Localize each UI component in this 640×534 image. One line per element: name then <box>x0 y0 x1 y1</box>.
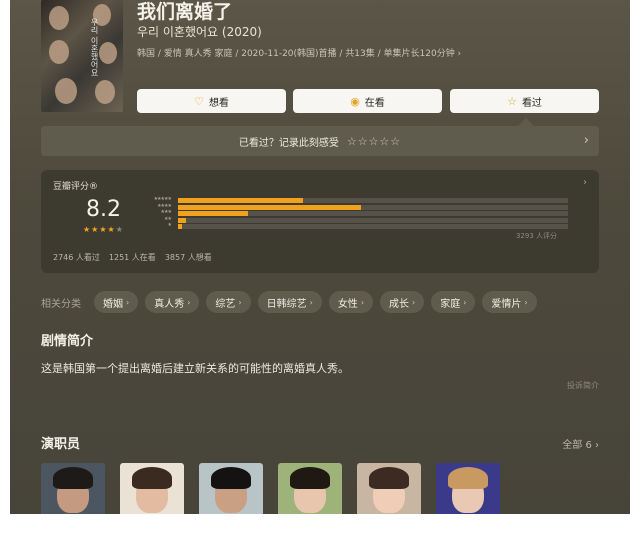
tag-label: 爱情片 <box>491 298 522 310</box>
watching-label: 在看 <box>364 97 385 109</box>
detail-page: 우리 이혼했어요 我们离婚了 우리 이혼했어요 (2020) 韩国 / 爱情 真… <box>10 0 630 514</box>
related-tags: 相关分类 婚姻 › 真人秀 › 综艺 › 日韩综艺 › 女性 › 成长 › 家庭 › 爱情片 › <box>41 291 537 313</box>
cast-photo[interactable] <box>436 463 500 514</box>
watched-button[interactable]: ☆ 看过 <box>450 89 599 113</box>
show-meta-link[interactable]: 韩国 / 爱情 真人秀 家庭 / 2020-11-20(韩国)首播 / 共13集… <box>137 46 461 59</box>
tag-chip[interactable]: 爱情片 › <box>482 291 537 313</box>
watching-count: 1251 人在看 <box>108 253 156 262</box>
watch-stats: 2746 人看过 1251 人在看 3857 人想看 <box>53 252 212 263</box>
chevron-right-icon: › <box>360 297 365 307</box>
distribution-track <box>178 217 568 223</box>
want-to-watch-button[interactable]: ♡ 想看 <box>137 89 286 113</box>
tag-label: 综艺 <box>215 298 236 310</box>
chevron-right-icon: › <box>583 133 589 148</box>
poster-face <box>49 40 69 64</box>
tag-chip[interactable]: 女性 › <box>328 291 374 313</box>
original-title: 우리 이혼했어요 (2020) <box>137 25 262 39</box>
chevron-right-icon: › <box>238 297 242 307</box>
tag-chip[interactable]: 家庭 › <box>431 291 476 313</box>
cast-hair <box>448 467 488 489</box>
tag-label: 日韩综艺 <box>266 298 307 310</box>
cast-hair <box>53 467 93 489</box>
chevron-right-icon: › <box>583 177 587 188</box>
distribution-track <box>178 224 568 229</box>
poster-face <box>49 6 69 30</box>
tags-label: 相关分类 <box>41 298 81 310</box>
distribution-bar <box>178 198 303 203</box>
report-synopsis-link[interactable]: 投诉简介 <box>567 380 599 391</box>
cast-hair <box>369 467 409 489</box>
rate-prompt-label: 已看过？记录此刻感受 <box>238 137 339 149</box>
tag-label: 婚姻 <box>103 298 123 310</box>
chevron-right-icon: › <box>126 297 130 307</box>
tag-chip[interactable]: 日韩综艺 › <box>257 291 322 313</box>
poster-face <box>55 78 77 104</box>
rating-star-icon: ★ <box>83 225 92 234</box>
distribution-star-label: ★★ <box>164 215 172 222</box>
distribution-bar <box>178 211 249 216</box>
rating-stars-input[interactable]: ☆☆☆☆☆ <box>347 135 401 148</box>
poster-image[interactable]: 우리 이혼했어요 <box>41 0 123 112</box>
cast-hair <box>132 467 172 489</box>
synopsis-heading: 剧情简介 <box>41 334 94 349</box>
cast-photo[interactable] <box>41 463 105 514</box>
watching-button[interactable]: ◉ 在看 <box>293 89 442 113</box>
heart-icon: ♡ <box>194 94 204 108</box>
page-title: 我们离婚了 <box>137 1 233 23</box>
cast-all-link[interactable]: 全部 6 › <box>562 436 599 451</box>
rating-star-icon: ★ <box>107 225 116 234</box>
distribution-bar <box>178 224 182 229</box>
distribution-bar <box>178 204 362 210</box>
cast-photo[interactable] <box>199 463 263 514</box>
poster-title-logo: 우리 이혼했어요 <box>90 18 99 77</box>
tag-chip[interactable]: 婚姻 › <box>94 291 139 313</box>
poster-face <box>95 80 115 104</box>
rating-score: 8.2 <box>86 197 121 222</box>
distribution-star-label: ★ <box>167 222 172 228</box>
poster-face <box>99 42 117 64</box>
distribution-star-label: ★★★★★ <box>153 196 172 202</box>
distribution-bar <box>178 217 186 223</box>
tag-label: 家庭 <box>440 298 461 310</box>
star-icon: ☆ <box>507 94 517 108</box>
synopsis-text: 这是韩国第一个提出离婚后建立新关系的可能性的离婚真人秀。 <box>41 362 349 375</box>
cast-photo[interactable] <box>357 463 421 514</box>
rate-prompt[interactable]: 已看过？记录此刻感受 ☆☆☆☆☆ › <box>41 126 599 156</box>
tag-label: 真人秀 <box>154 298 185 310</box>
cast-hair <box>290 467 330 489</box>
cast-hair <box>211 467 251 489</box>
rating-star-icon: ★ <box>99 225 108 234</box>
cast-photo[interactable] <box>278 463 342 514</box>
tag-chip[interactable]: 综艺 › <box>206 291 251 313</box>
tag-label: 成长 <box>389 298 410 310</box>
watched-count: 2746 人看过 <box>53 253 100 262</box>
want-count: 3857 人想看 <box>164 253 212 262</box>
rating-label: 豆瓣评分® <box>53 182 99 192</box>
tag-chip[interactable]: 真人秀 › <box>145 291 200 313</box>
distribution-star-label: ★★★★ <box>157 202 172 209</box>
chevron-right-icon: › <box>187 297 191 307</box>
distribution-star-label: ★★★ <box>160 209 172 215</box>
rating-count: 3293 人评分 <box>515 232 557 240</box>
watched-label: 看过 <box>521 97 542 109</box>
popover-notch <box>518 118 534 126</box>
chevron-right-icon: › <box>463 297 467 307</box>
chevron-right-icon: › <box>309 297 313 307</box>
cast-heading: 演职员 <box>41 437 81 452</box>
tag-chip[interactable]: 成长 › <box>380 291 425 313</box>
chevron-right-icon: › <box>412 297 416 307</box>
rating-star-icon: ★ <box>115 225 124 234</box>
chevron-right-icon: › <box>524 297 528 307</box>
rating-card[interactable]: 豆瓣评分® › 8.2 ★★★★★ ★★★★★ ★★★★ ★★★ ★★ ★ 3293 人… <box>41 170 599 273</box>
want-to-watch-label: 想看 <box>208 97 229 109</box>
rating-stars: ★★★★★ <box>83 225 124 234</box>
eye-icon: ◉ <box>350 94 360 108</box>
tag-label: 女性 <box>337 298 358 310</box>
cast-photo[interactable] <box>120 463 184 514</box>
